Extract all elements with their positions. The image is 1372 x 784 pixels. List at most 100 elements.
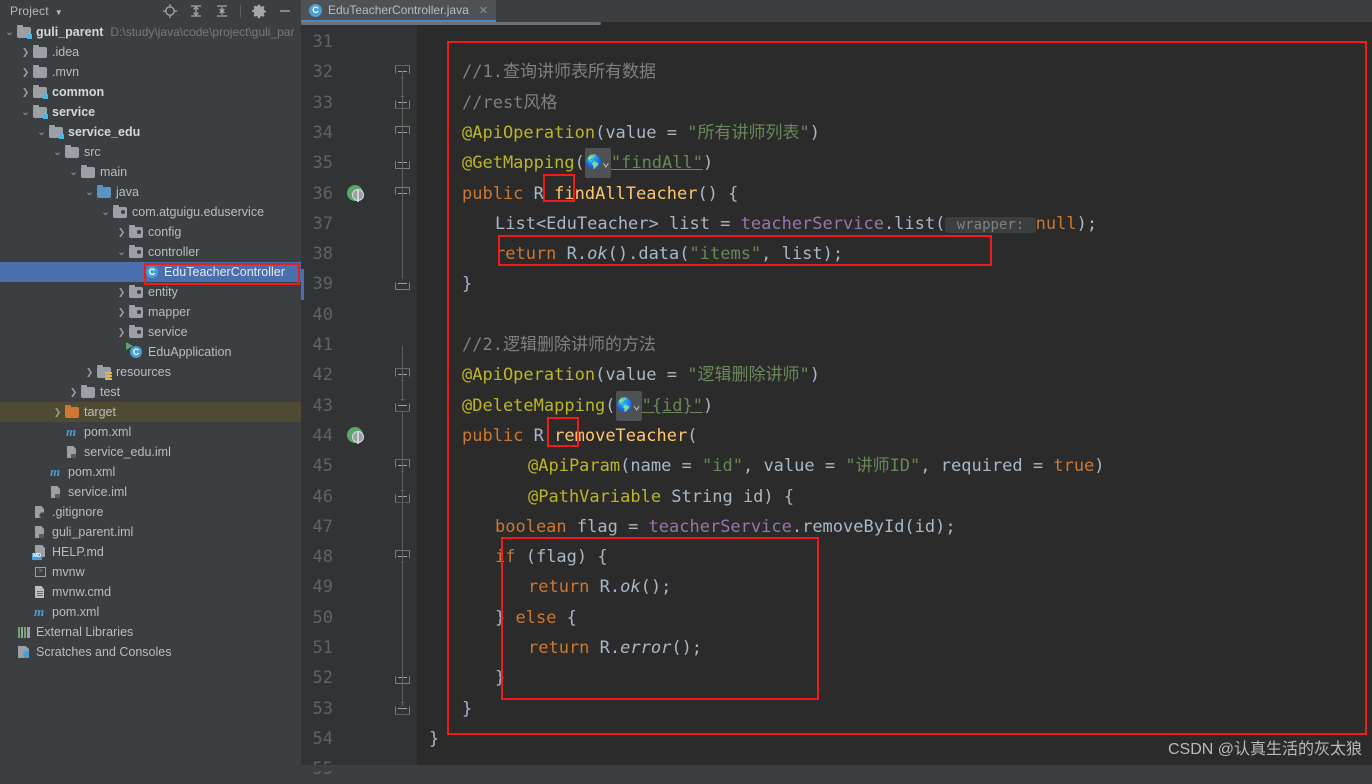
tree-item-service-edu[interactable]: ⌄ service_edu <box>0 122 301 142</box>
tree-item-label: src <box>84 145 101 159</box>
tree-item-test[interactable]: ❯ test <box>0 382 301 402</box>
package-icon <box>128 284 144 300</box>
code-editor[interactable]: 31 32 33 34 35 36 37 38 39 40 41 42 43 44 45 46 47 48 49 50… <box>301 25 1372 779</box>
tree-item-label: External Libraries <box>36 625 134 639</box>
tree-item-service-edu-iml[interactable]: service_edu.iml <box>0 442 301 462</box>
code-line[interactable]: public R findAllTeacher() { <box>462 179 738 209</box>
chevron-right-icon[interactable]: ❯ <box>20 47 31 58</box>
tree-item-pom-xml[interactable]: m pom.xml <box>0 602 301 622</box>
code-line[interactable]: } <box>495 663 505 693</box>
tree-item-guli-parent[interactable]: ⌄ guli_parent D:\study\java\code\project\g… <box>0 22 301 42</box>
locate-icon[interactable] <box>162 3 178 19</box>
code-line[interactable]: @PathVariable String id) { <box>528 482 794 512</box>
chevron-right-icon[interactable]: ❯ <box>116 227 127 238</box>
code-line[interactable]: return R.ok(); <box>528 572 671 602</box>
toolbar-divider <box>240 4 241 18</box>
tree-item-com-atguigu-eduservice[interactable]: ⌄ com.atguigu.eduservice <box>0 202 301 222</box>
code-line[interactable]: @ApiOperation(value = "所有讲师列表") <box>462 118 820 148</box>
tree-item-external-libraries[interactable]: External Libraries <box>0 622 301 642</box>
chevron-down-icon[interactable]: ⌄ <box>20 107 31 118</box>
chevron-right-icon[interactable]: ❯ <box>116 287 127 298</box>
code-line[interactable]: @DeleteMapping(🌎⌄"{id}") <box>462 390 713 421</box>
tree-item-eduteachercontroller[interactable]: C EduTeacherController <box>0 262 301 282</box>
tree-item-config[interactable]: ❯ config <box>0 222 301 242</box>
minimize-icon[interactable] <box>277 3 293 19</box>
code-line[interactable]: } <box>462 269 472 299</box>
code-line[interactable]: public R removeTeacher( <box>462 421 697 451</box>
tree-item-java[interactable]: ⌄ java <box>0 182 301 202</box>
gear-icon[interactable] <box>251 3 267 19</box>
line-number: 34 <box>312 122 333 143</box>
parameter-hint: wrapper: <box>945 216 1036 233</box>
tree-item-scratches-and-consoles[interactable]: Scratches and Consoles <box>0 642 301 662</box>
code-line[interactable]: } else { <box>495 603 577 633</box>
chevron-down-icon[interactable]: ⌄ <box>100 207 111 218</box>
tree-item-mapper[interactable]: ❯ mapper <box>0 302 301 322</box>
code-line[interactable]: return R.ok().data("items", list); <box>495 239 843 269</box>
chevron-down-icon[interactable]: ⌄ <box>84 187 95 198</box>
spring-bean-icon[interactable] <box>347 184 364 202</box>
code-line[interactable]: //2.逻辑删除讲师的方法 <box>462 330 656 360</box>
chevron-right-icon[interactable]: ❯ <box>84 367 95 378</box>
chevron-down-icon[interactable]: ⌄ <box>68 167 79 178</box>
collapse-all-icon[interactable] <box>214 3 230 19</box>
code-line[interactable]: @GetMapping(🌎⌄"findAll") <box>462 148 713 179</box>
tree-item-label: service <box>148 325 188 339</box>
code-line[interactable]: boolean flag = teacherService.removeById… <box>495 512 956 542</box>
project-tool-header: Project ▼ <box>0 0 301 23</box>
web-endpoint-icon[interactable]: 🌎⌄ <box>615 390 642 421</box>
code-line[interactable]: List<EduTeacher> list = teacherService.l… <box>495 209 1097 239</box>
editor-gutter[interactable]: 31 32 33 34 35 36 37 38 39 40 41 42 43 44 45 46 47 48 49 50… <box>301 25 389 779</box>
expand-all-icon[interactable] <box>188 3 204 19</box>
chevron-down-icon[interactable]: ▼ <box>55 8 63 17</box>
tree-item-resources[interactable]: ❯ resources <box>0 362 301 382</box>
tree-item-service-iml[interactable]: service.iml <box>0 482 301 502</box>
tree-item-mvn[interactable]: ❯ .mvn <box>0 62 301 82</box>
tree-item-gitignore[interactable]: .gitignore <box>0 502 301 522</box>
code-line[interactable]: @ApiOperation(value = "逻辑删除讲师") <box>462 360 820 390</box>
spring-bean-icon[interactable] <box>347 426 364 444</box>
web-endpoint-icon[interactable]: 🌎⌄ <box>584 148 611 179</box>
tree-item-target[interactable]: ❯ target <box>0 402 301 422</box>
tree-item-guli-parent-iml[interactable]: guli_parent.iml <box>0 522 301 542</box>
code-content[interactable]: //1.查询讲师表所有数据//rest风格 @ApiOperation(value… <box>417 25 1372 771</box>
tree-item-pom-xml[interactable]: m pom.xml <box>0 422 301 442</box>
tree-item-eduapplication[interactable]: C EduApplication <box>0 342 301 362</box>
tree-item-main[interactable]: ⌄ main <box>0 162 301 182</box>
code-folding-column[interactable] <box>389 25 417 771</box>
module-folder-icon <box>48 124 64 140</box>
chevron-right-icon[interactable]: ❯ <box>68 387 79 398</box>
code-line[interactable]: return R.error(); <box>528 633 702 663</box>
chevron-down-icon[interactable]: ⌄ <box>36 127 47 138</box>
tree-item-entity[interactable]: ❯ entity <box>0 282 301 302</box>
chevron-right-icon[interactable]: ❯ <box>20 67 31 78</box>
code-line[interactable]: } <box>429 724 439 754</box>
close-icon[interactable]: ✕ <box>479 4 488 17</box>
project-tool-title[interactable]: Project <box>2 4 49 18</box>
tree-item-mvnw-cmd[interactable]: mvnw.cmd <box>0 582 301 602</box>
code-line[interactable]: if (flag) { <box>495 542 608 572</box>
chevron-right-icon[interactable]: ❯ <box>116 327 127 338</box>
chevron-down-icon[interactable]: ⌄ <box>4 27 15 38</box>
tree-item-help-md[interactable]: MD HELP.md <box>0 542 301 562</box>
tree-item-idea[interactable]: ❯ .idea <box>0 42 301 62</box>
chevron-right-icon[interactable]: ❯ <box>116 307 127 318</box>
folder-icon <box>80 384 96 400</box>
project-tree[interactable]: ⌄ guli_parent D:\study\java\code\project\g… <box>0 22 301 771</box>
tree-item-mvnw[interactable]: > mvnw <box>0 562 301 582</box>
editor-tab-eduteachercontroller[interactable]: C EduTeacherController.java ✕ <box>301 0 496 22</box>
tree-item-service[interactable]: ❯ service <box>0 322 301 342</box>
chevron-down-icon[interactable]: ⌄ <box>52 147 63 158</box>
tree-item-src[interactable]: ⌄ src <box>0 142 301 162</box>
tree-item-pom-xml[interactable]: m pom.xml <box>0 462 301 482</box>
chevron-down-icon[interactable]: ⌄ <box>116 247 127 258</box>
chevron-right-icon[interactable]: ❯ <box>20 87 31 98</box>
chevron-right-icon[interactable]: ❯ <box>52 407 63 418</box>
code-line[interactable]: } <box>462 694 472 724</box>
tree-item-common[interactable]: ❯ common <box>0 82 301 102</box>
tree-item-service[interactable]: ⌄ service <box>0 102 301 122</box>
code-line[interactable]: @ApiParam(name = "id", value = "讲师ID", r… <box>528 451 1105 481</box>
tree-item-controller[interactable]: ⌄ controller <box>0 242 301 262</box>
code-line[interactable]: //1.查询讲师表所有数据 <box>462 57 656 87</box>
code-line[interactable]: //rest风格 <box>462 88 557 118</box>
